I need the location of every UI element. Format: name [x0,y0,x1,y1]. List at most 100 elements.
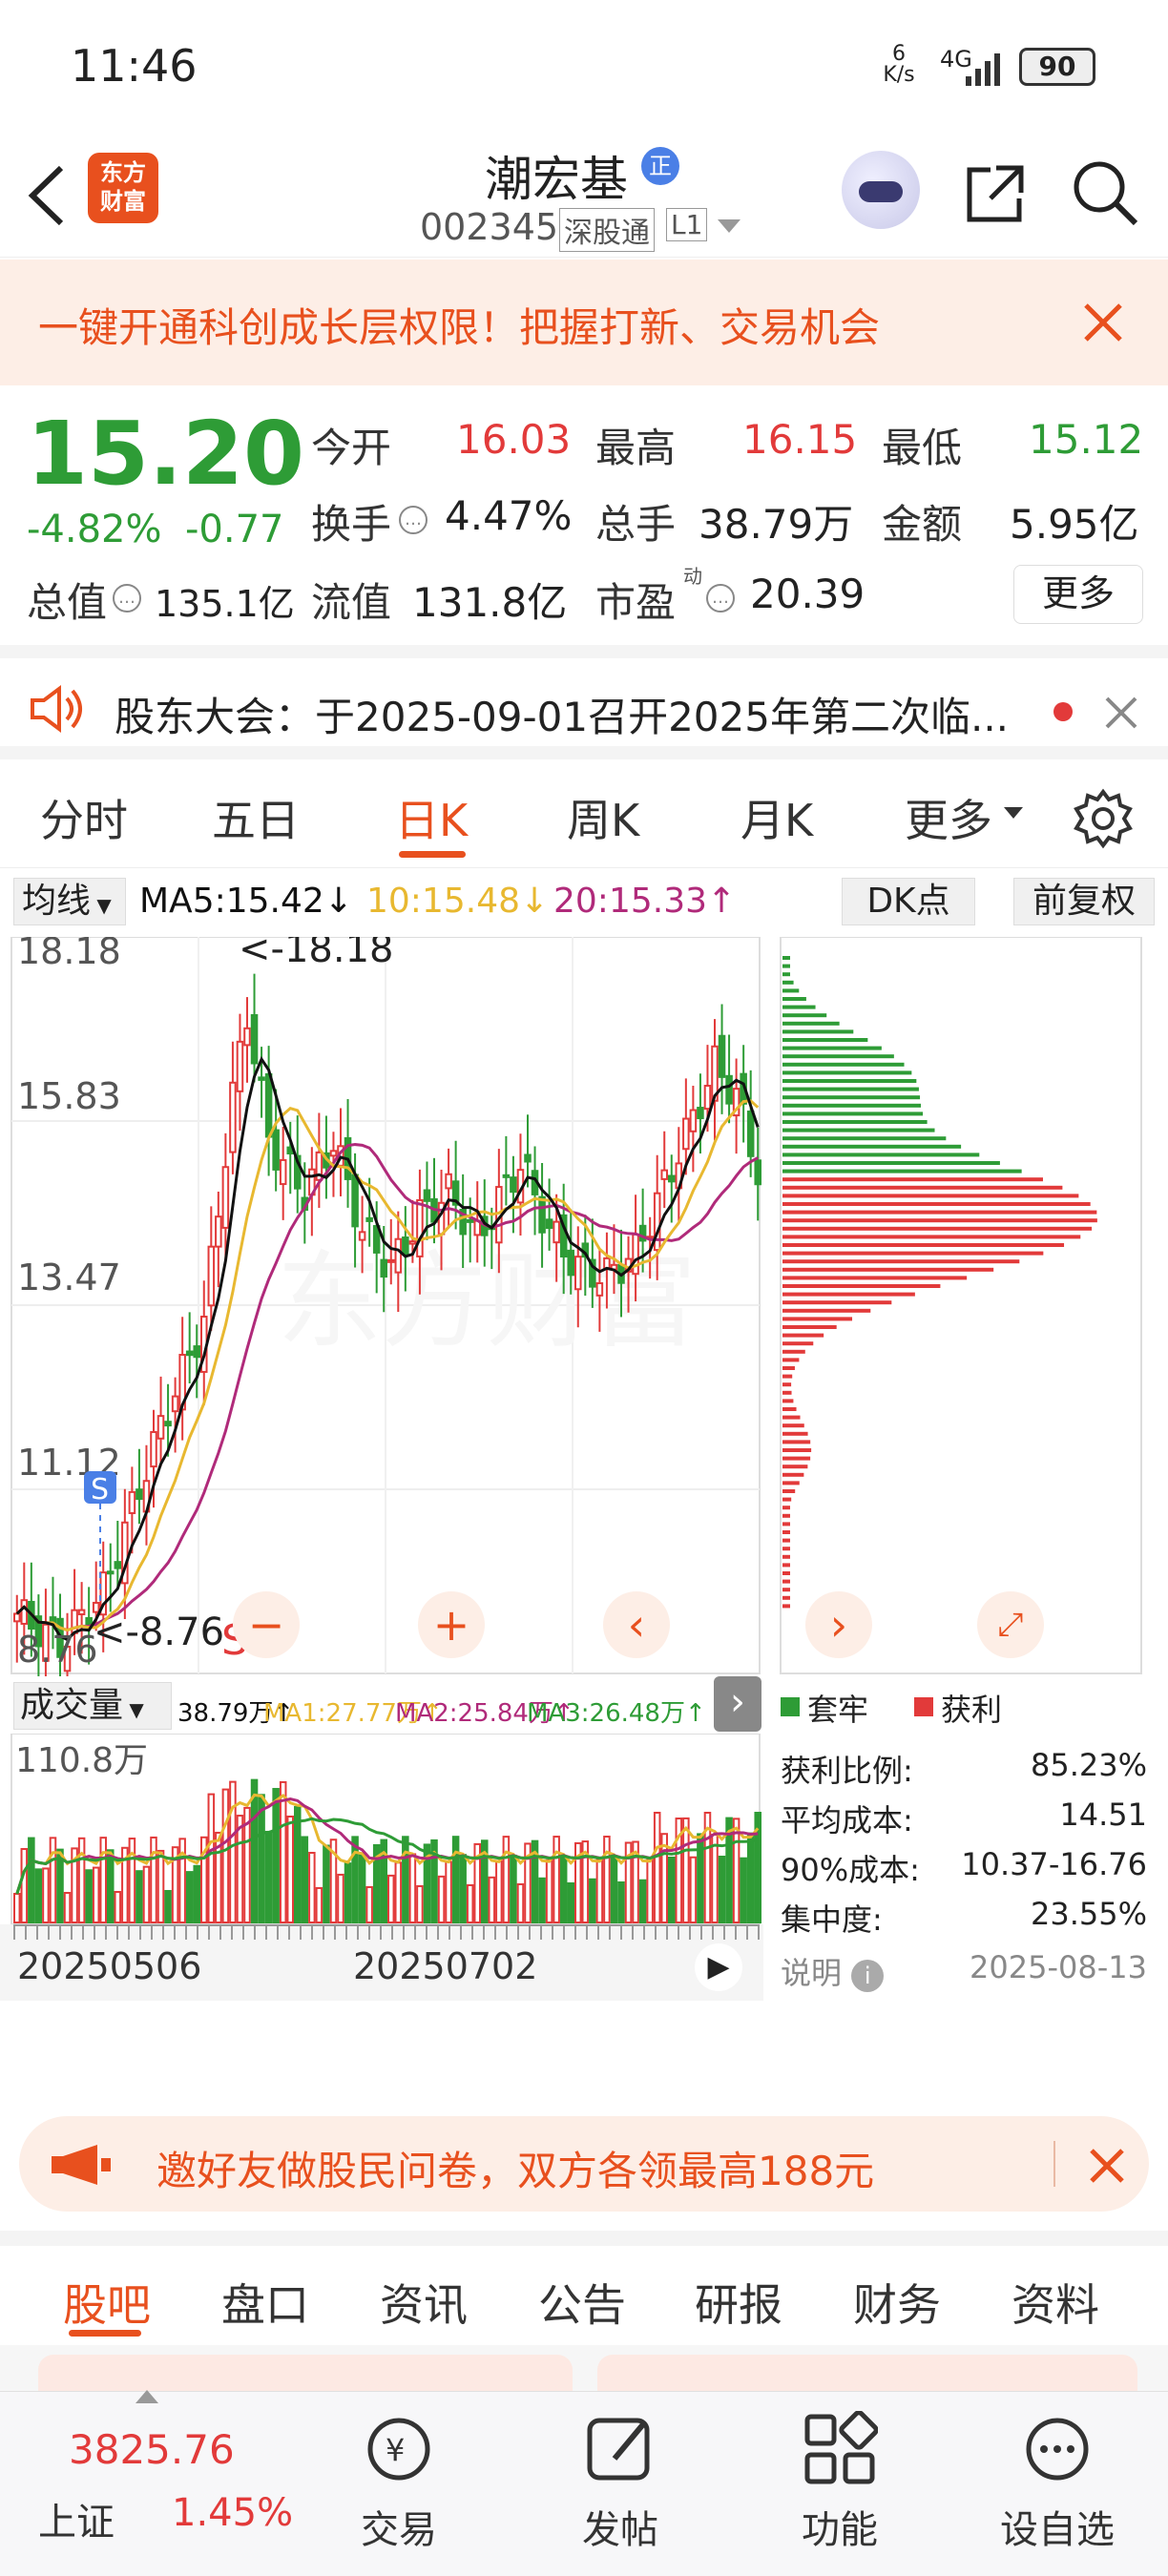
tab-profile[interactable]: 资料 [1012,2271,1099,2334]
tab-news[interactable]: 资讯 [380,2271,468,2334]
volume-bar [603,1836,611,1923]
candle [682,1117,690,1151]
volume-bar [49,1837,57,1923]
tab-finance[interactable]: 财务 [853,2271,941,2334]
expand-icon[interactable]: ⤢ [977,1591,1044,1658]
volume-bar [99,1837,108,1923]
chip-distribution[interactable]: › ⤢ [775,937,1149,1676]
notice-text: 股东大会：于2025-09-01召开2025年第二次临... [115,694,1010,740]
watchlist-icon[interactable] [1019,2411,1095,2487]
trade-icon[interactable]: ¥ [361,2411,437,2487]
tab-daily-k[interactable]: 日K [395,786,468,849]
more-button[interactable]: 更多 [1013,565,1143,624]
candle [510,1176,517,1194]
kline-svg[interactable]: 东方财富 18.18 15.83 13.47 11.12 8.76 <-18.1… [0,937,763,1676]
functions-icon[interactable] [802,2411,878,2487]
close-icon[interactable] [1082,301,1124,343]
chip-bar [782,1079,917,1083]
chip-bar [782,1366,795,1370]
chip-bar [782,1046,882,1050]
zoom-out-button[interactable]: − [233,1591,300,1658]
volume-svg: 110.8万 [10,1734,762,1924]
chip-bar [782,1177,1043,1182]
expand-index-icon[interactable] [136,2390,158,2403]
tab-forum[interactable]: 股吧 [63,2271,151,2334]
assistant-robot-icon[interactable] [842,151,920,229]
survey-banner[interactable]: 邀好友做股民问卷，双方各领最高188元 [19,2116,1149,2212]
close-icon[interactable] [1088,2147,1126,2185]
chip-bar [782,980,794,985]
volume-bar [272,1788,280,1924]
volume-bar [42,1867,50,1924]
volume-selector[interactable]: 成交量 ▼ [13,1682,172,1730]
net-speed: 6 K/s [883,42,915,87]
chip-bar [782,1120,928,1124]
trade-label[interactable]: 交易 [303,2499,494,2554]
tab-weekly-k[interactable]: 周K [567,786,639,849]
kline-chart[interactable]: 东方财富 18.18 15.83 13.47 11.12 8.76 <-18.1… [0,937,763,1676]
watchlist-label[interactable]: 设自选 [962,2499,1153,2554]
volume-bar [77,1837,86,1923]
chip-bar [782,1251,1044,1256]
candle [164,1421,172,1427]
gear-icon[interactable] [1073,788,1134,849]
tab-orderbook[interactable]: 盘口 [221,2271,309,2334]
ma-selector[interactable]: 均线 ▼ [13,878,126,925]
post-icon[interactable] [582,2411,658,2487]
chip-bar [782,997,806,1001]
candle [264,1072,273,1138]
share-icon[interactable] [962,160,1029,227]
tab-more[interactable]: 更多 [905,786,992,849]
promo-banner[interactable]: 一键开通科创成长层权限！把握打新、交易机会 [0,260,1168,385]
stat-note-row[interactable]: 说明 i 2025-08-13 [781,1949,1147,1999]
tab-five-day[interactable]: 五日 [212,786,300,849]
volume-bar [653,1812,661,1923]
volume-chart[interactable]: 110.8万 [0,1734,763,1924]
vol-max-label: 110.8万 [15,1741,148,1780]
volume-bar [740,1857,747,1923]
ma20-value: 20:15.33↑ [553,882,737,921]
info-icon[interactable]: … [399,506,428,534]
speaker-icon [31,685,82,733]
chip-bar [782,1358,800,1362]
zoom-in-button[interactable]: + [418,1591,485,1658]
candle [632,1233,639,1276]
candle [553,1220,560,1244]
y-label-3: 13.47 [17,1257,121,1298]
chip-bar [782,1423,804,1428]
tab-research[interactable]: 研报 [695,2271,782,2334]
ma5-value: MA5:15.42↓ [139,882,353,921]
notice-bar[interactable]: 股东大会：于2025-09-01召开2025年第二次临... [0,645,1168,759]
candle [20,1599,29,1625]
tab-intraday[interactable]: 分时 [40,786,128,849]
chevron-down-icon[interactable] [718,219,740,235]
info-icon[interactable]: … [706,584,735,613]
scroll-left-button[interactable]: ‹ [603,1591,670,1658]
ma10-value: 10:15.48↓ [366,882,550,921]
dk-selector[interactable]: DK点 [842,878,975,925]
chip-bar [782,1547,790,1551]
play-icon[interactable]: ▶ [695,1943,742,1991]
search-icon[interactable] [1071,158,1139,227]
volume-bar [114,1890,122,1924]
tab-monthly-k[interactable]: 月K [740,786,813,849]
close-icon[interactable] [1103,695,1139,731]
chip-bar [782,1185,1063,1190]
adjust-selector[interactable]: 前复权 [1013,878,1155,925]
chip-svg [780,937,1142,1674]
post-label[interactable]: 发帖 [525,2499,716,2554]
stat-row: 平均成本: 14.51 [781,1797,1147,1839]
brand-logo[interactable]: 东方 财富 [88,153,158,223]
scroll-right-button[interactable]: › [805,1591,872,1658]
bottom-bar: 3825.76 上证 1.45% ¥ 交易 发帖 功能 设自选 [0,2390,1168,2576]
index-value[interactable]: 3825.76 [69,2426,235,2473]
tab-announcements[interactable]: 公告 [538,2271,626,2334]
info-icon[interactable]: … [113,584,141,613]
candle [351,1174,359,1228]
back-icon[interactable] [23,160,71,231]
chip-bar [782,1218,1097,1223]
expand-indicators-button[interactable]: › [714,1676,761,1732]
functions-label[interactable]: 功能 [744,2499,935,2554]
ma-bar: 均线 ▼ MA5:15.42↓ 10:15.48↓ 20:15.33↑ DK点 … [0,870,1168,937]
candle [538,1195,546,1234]
